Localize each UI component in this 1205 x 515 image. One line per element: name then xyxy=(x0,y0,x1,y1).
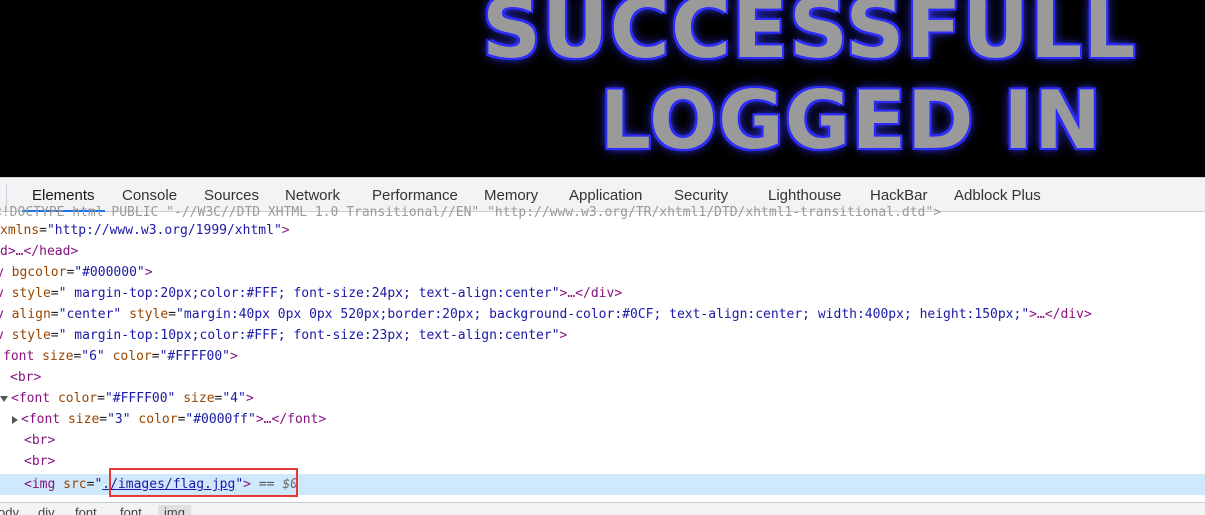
dom-node-head[interactable]: d>…</head> xyxy=(0,241,1205,262)
attr-value: "#000000" xyxy=(74,265,145,280)
crumb-font-2[interactable]: font xyxy=(120,505,142,515)
dom-node-font-2[interactable]: <font color="#FFFF00" size="4"> xyxy=(0,388,1205,409)
dom-node-font-1[interactable]: font size="6" color="#FFFF00"> xyxy=(3,346,1205,367)
breadcrumb: ody div font font img xyxy=(0,502,1205,515)
dom-node-div-1[interactable]: v style=" margin-top:20px;color:#FFF; fo… xyxy=(0,283,1201,304)
doctype-text: <!DOCTYPE html PUBLIC "-//W3C//DTD XHTML… xyxy=(0,205,942,220)
collapse-triangle-icon[interactable] xyxy=(0,395,8,402)
attr-name: align xyxy=(11,307,51,322)
devtools-panel: Elements Console Sources Network Perform… xyxy=(0,177,1205,515)
attr-name: color xyxy=(57,391,98,406)
attr-value: "6" xyxy=(81,349,105,364)
head-collapsed: d>…</head> xyxy=(0,244,79,259)
dom-node-body[interactable]: y bgcolor="#000000"> xyxy=(0,262,1201,283)
attr-name: size xyxy=(67,412,100,427)
banner-title-line1: SUCCESSFULL xyxy=(482,0,1137,77)
attr-name: color xyxy=(138,412,178,427)
annotation-highlight-box xyxy=(109,468,298,497)
attr-name: style xyxy=(11,328,51,343)
attr-value: "http://www.w3.org/1999/xhtml" xyxy=(46,223,282,238)
attr-value: "#FFFF00" xyxy=(104,391,176,406)
attr-name: color xyxy=(112,349,152,364)
attr-value: "3" xyxy=(107,412,131,427)
dom-node-div-2[interactable]: v align="center" style="margin:40px 0px … xyxy=(0,304,1201,325)
attr-value: " margin-top:20px;color:#FFF; font-size:… xyxy=(58,286,560,301)
attr-value: "#0000ff" xyxy=(185,412,256,427)
attr-name: style xyxy=(129,307,169,322)
attr-name: style xyxy=(11,286,51,301)
dom-node-div-3[interactable]: v style=" margin-top:10px;color:#FFF; fo… xyxy=(0,325,1201,346)
elements-tree: <!DOCTYPE html PUBLIC "-//W3C//DTD XHTML… xyxy=(0,205,1205,502)
attr-name: size xyxy=(42,349,74,364)
dom-node-br-2[interactable]: <br> xyxy=(24,430,1205,451)
crumb-img[interactable]: img xyxy=(158,505,191,515)
dom-node-br-1[interactable]: <br> xyxy=(10,367,1205,388)
crumb-div[interactable]: div xyxy=(38,505,55,515)
attr-value: "#FFFF00" xyxy=(159,349,231,364)
attr-value: " margin-top:10px;color:#FFF; font-size:… xyxy=(58,328,560,343)
attr-name: size xyxy=(183,391,215,406)
dom-node-font-3[interactable]: <font size="3" color="#0000ff">…</font> xyxy=(12,409,1205,430)
attr-name: bgcolor xyxy=(11,265,67,280)
banner-title-line2: LOGGED IN xyxy=(600,74,1103,167)
attr-name: xmlns xyxy=(0,223,40,238)
attr-value: "4" xyxy=(222,391,246,406)
crumb-font-1[interactable]: font xyxy=(75,505,97,515)
attr-name: src xyxy=(63,477,87,492)
crumb-body[interactable]: ody xyxy=(0,505,19,515)
attr-value: "margin:40px 0px 0px 520px;border:20px; … xyxy=(176,307,1030,322)
attr-value: "center" xyxy=(58,307,122,322)
dom-node-html[interactable]: xmlns="http://www.w3.org/1999/xhtml"> xyxy=(0,220,1205,241)
expand-triangle-icon[interactable] xyxy=(12,415,18,424)
page-banner: SUCCESSFULL LOGGED IN xyxy=(0,0,1205,177)
